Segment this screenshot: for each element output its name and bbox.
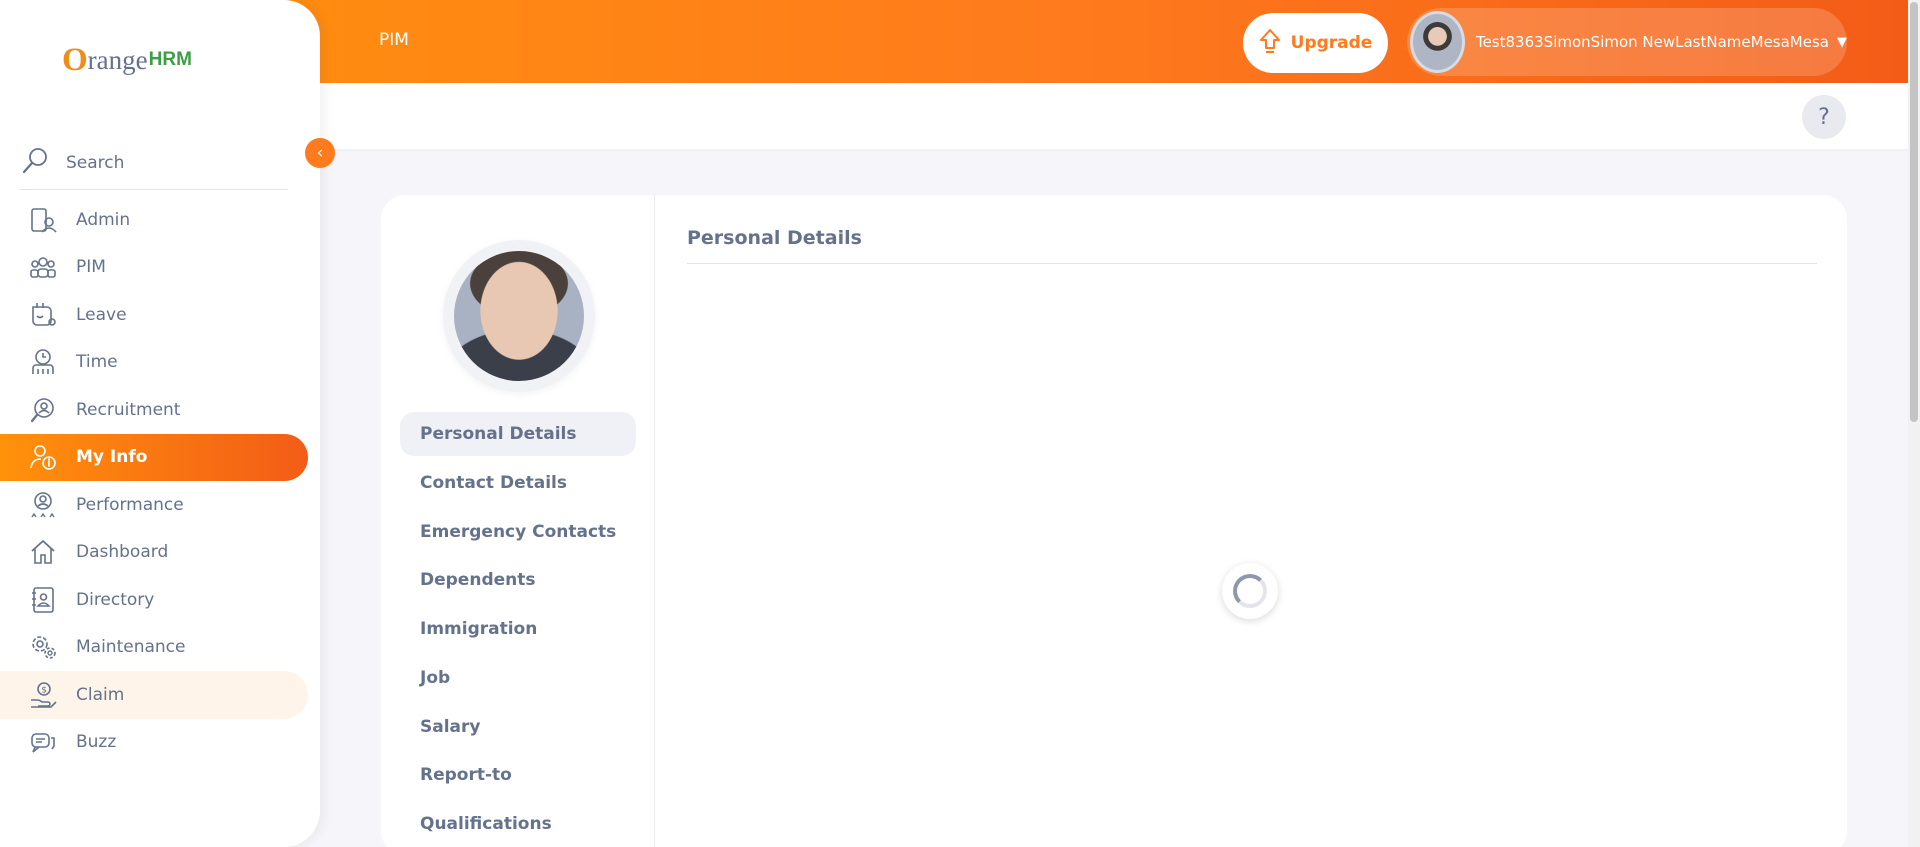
recruitment-icon <box>28 395 58 425</box>
loading-spinner <box>1222 563 1278 619</box>
help-button[interactable]: ? <box>1802 95 1846 139</box>
sidebar-item-directory[interactable]: Directory <box>0 576 308 624</box>
sidebar-item-maintenance[interactable]: Maintenance <box>0 624 308 672</box>
sidebar-item-label: Time <box>76 352 118 373</box>
sidebar-item-label: Directory <box>76 589 155 610</box>
sidebar-item-performance[interactable]: Performance <box>0 481 308 529</box>
tab-immigration[interactable]: Immigration <box>400 607 636 651</box>
avatar <box>454 251 584 381</box>
sidebar-item-label: Performance <box>76 494 184 515</box>
sidebar-item-leave[interactable]: Leave <box>0 291 308 339</box>
sidebar-item-label: Recruitment <box>76 399 181 420</box>
sidebar: Orange HRM Search Admin PIM Leave Time R… <box>0 0 320 847</box>
chevron-left-icon: ‹ <box>316 143 324 163</box>
sidebar-item-time[interactable]: Time <box>0 339 308 387</box>
sidebar-item-label: Buzz <box>76 732 117 753</box>
tab-salary[interactable]: Salary <box>400 705 636 749</box>
search-icon <box>20 146 50 180</box>
employee-profile-card: Personal Details Contact Details Emergen… <box>381 195 1847 847</box>
main-nav: Admin PIM Leave Time Recruitment My Info… <box>0 196 320 766</box>
user-name: Test8363SimonSimon NewLastNameMesaMesa <box>1475 33 1829 51</box>
pim-icon <box>28 252 58 282</box>
collapse-sidebar-button[interactable]: ‹ <box>305 138 335 168</box>
claim-icon: $ <box>28 680 58 710</box>
sidebar-item-label: Claim <box>76 684 125 705</box>
page-title: Personal Details <box>687 227 862 249</box>
employee-photo[interactable] <box>443 240 595 392</box>
directory-icon <box>28 585 58 615</box>
sidebar-item-label: PIM <box>76 257 106 278</box>
spinner-icon <box>1233 574 1267 608</box>
caret-down-icon: ▼ <box>1837 34 1847 50</box>
search-label: Search <box>66 152 125 173</box>
sidebar-item-label: Maintenance <box>76 637 186 658</box>
sidebar-item-label: My Info <box>76 447 148 468</box>
sidebar-item-dashboard[interactable]: Dashboard <box>0 529 308 577</box>
profile-tabs: Personal Details Contact Details Emergen… <box>381 195 655 847</box>
user-dropdown[interactable]: Test8363SimonSimon NewLastNameMesaMesa ▼ <box>1407 8 1847 76</box>
sidebar-item-recruitment[interactable]: Recruitment <box>0 386 308 434</box>
tab-qualifications[interactable]: Qualifications <box>400 802 636 846</box>
performance-icon <box>28 490 58 520</box>
sidebar-item-label: Dashboard <box>76 542 169 563</box>
sidebar-search[interactable]: Search <box>20 136 288 190</box>
time-icon <box>28 347 58 377</box>
scroll-thumb[interactable] <box>1910 2 1918 422</box>
upgrade-button[interactable]: Upgrade <box>1243 13 1388 73</box>
buzz-icon <box>28 727 58 757</box>
tab-emergency-contacts[interactable]: Emergency Contacts <box>400 510 636 554</box>
tab-contact-details[interactable]: Contact Details <box>400 461 636 505</box>
svg-text:$: $ <box>41 685 47 695</box>
upgrade-icon <box>1259 28 1281 59</box>
divider <box>687 263 1817 264</box>
sidebar-item-admin[interactable]: Admin <box>0 196 308 244</box>
admin-icon <box>28 205 58 235</box>
tab-personal-details[interactable]: Personal Details <box>400 412 636 456</box>
brand-logo: Orange HRM <box>62 41 192 78</box>
tab-dependents[interactable]: Dependents <box>400 558 636 602</box>
sidebar-item-label: Admin <box>76 209 131 230</box>
tab-job[interactable]: Job <box>400 656 636 700</box>
maintenance-icon <box>28 632 58 662</box>
dashboard-icon <box>28 537 58 567</box>
sidebar-item-label: Leave <box>76 304 127 325</box>
sidebar-item-claim[interactable]: $ Claim <box>0 671 308 719</box>
avatar <box>1410 11 1465 73</box>
leave-icon <box>28 300 58 330</box>
my-info-icon <box>28 442 58 472</box>
sidebar-item-my-info[interactable]: My Info <box>0 433 308 481</box>
sidebar-item-buzz[interactable]: Buzz <box>0 719 308 767</box>
page-scrollbar[interactable] <box>1908 0 1920 847</box>
module-title: PIM <box>379 30 409 50</box>
tab-report-to[interactable]: Report-to <box>400 753 636 797</box>
upgrade-label: Upgrade <box>1290 33 1373 53</box>
sidebar-item-pim[interactable]: PIM <box>0 244 308 292</box>
